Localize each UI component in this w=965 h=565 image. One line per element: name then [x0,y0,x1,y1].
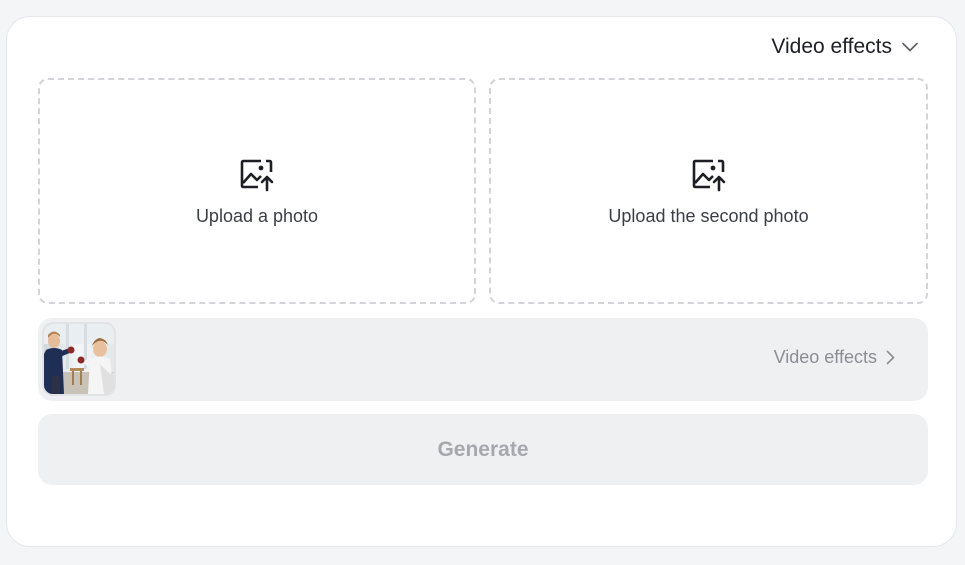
mode-dropdown-label: Video effects [771,35,892,58]
chevron-right-icon [886,350,895,365]
mode-dropdown[interactable]: Video effects [771,35,918,59]
video-effect-thumbnail [44,324,114,394]
video-effects-selector[interactable]: Video effects [38,318,928,401]
upload-second-photo-label: Upload the second photo [608,205,809,226]
image-upload-icon [691,158,727,197]
video-effects-label: Video effects [773,347,877,367]
generator-card: Video effects Upload a photo Upload the … [6,16,957,547]
image-upload-icon [239,158,275,197]
upload-photo-label: Upload a photo [195,205,319,226]
generate-button[interactable]: Generate [38,414,928,485]
upload-second-photo-dropzone[interactable]: Upload the second photo [489,78,928,304]
chevron-down-icon [902,42,918,52]
upload-photo-dropzone[interactable]: Upload a photo [38,78,476,304]
video-effects-link[interactable]: Video effects [774,347,895,368]
